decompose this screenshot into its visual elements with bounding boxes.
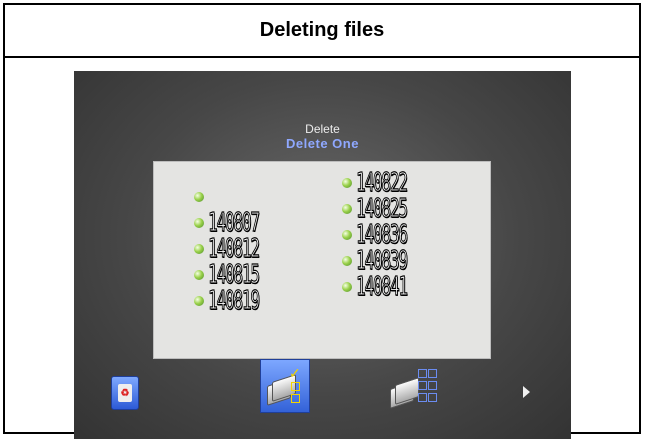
file-item[interactable] bbox=[194, 184, 290, 210]
menu-subtitle: Delete One bbox=[286, 136, 359, 151]
checkbox-icon bbox=[428, 369, 437, 378]
file-status-icon bbox=[342, 204, 352, 214]
file-status-icon bbox=[342, 282, 352, 292]
checkbox-icon bbox=[291, 382, 300, 391]
file-item[interactable]: 140841 bbox=[342, 272, 438, 302]
checkbox-icon bbox=[418, 381, 427, 390]
file-name: 140812 bbox=[208, 234, 261, 264]
next-arrow-icon[interactable] bbox=[523, 386, 530, 398]
file-status-icon bbox=[342, 230, 352, 240]
file-item[interactable]: 140839 bbox=[342, 246, 438, 276]
figure-frame: Deleting files Delete Delete One 140807 … bbox=[3, 3, 641, 439]
delete-one-icon[interactable]: ✓ bbox=[260, 359, 310, 413]
file-item[interactable]: 140836 bbox=[342, 220, 438, 250]
file-name: 140839 bbox=[356, 246, 409, 276]
file-item[interactable]: 140812 bbox=[194, 234, 290, 264]
file-column-left: 140807 140812 140815 140819 bbox=[194, 184, 290, 316]
file-status-icon bbox=[194, 270, 204, 280]
file-item[interactable]: 140819 bbox=[194, 286, 290, 316]
recycle-icon: ♻ bbox=[118, 384, 132, 402]
checkbox-icon bbox=[291, 394, 300, 403]
folder-icon bbox=[395, 377, 419, 405]
file-status-icon bbox=[194, 296, 204, 306]
checkbox-icon bbox=[428, 393, 437, 402]
figure-title: Deleting files bbox=[5, 5, 639, 58]
file-name: 140819 bbox=[208, 286, 261, 316]
checkbox-icon bbox=[418, 369, 427, 378]
file-column-right: 140822 140825 140836 140839 140841 bbox=[342, 168, 438, 302]
camera-screen: Delete Delete One 140807 140812 140815 1… bbox=[74, 71, 571, 439]
checkmark-icon: ✓ bbox=[289, 365, 301, 381]
file-name: 140822 bbox=[356, 168, 409, 198]
file-status-icon bbox=[194, 218, 204, 228]
file-item[interactable]: 140807 bbox=[194, 208, 290, 238]
file-name: 140815 bbox=[208, 260, 261, 290]
trash-icon[interactable]: ♻ bbox=[111, 376, 139, 410]
checkbox-icon bbox=[418, 393, 427, 402]
file-status-icon bbox=[194, 192, 204, 202]
file-name: 140807 bbox=[208, 208, 261, 238]
file-status-icon bbox=[342, 256, 352, 266]
file-item[interactable]: 140822 bbox=[342, 168, 438, 198]
file-status-icon bbox=[342, 178, 352, 188]
checkbox-icon bbox=[428, 381, 437, 390]
file-name: 140841 bbox=[356, 272, 409, 302]
file-name: 140836 bbox=[356, 220, 409, 250]
delete-selected-icon[interactable] bbox=[384, 363, 444, 409]
file-status-icon bbox=[194, 244, 204, 254]
file-name: 140825 bbox=[356, 194, 409, 224]
file-list-panel: 140807 140812 140815 140819 140822 14082… bbox=[153, 161, 491, 359]
file-item[interactable]: 140825 bbox=[342, 194, 438, 224]
file-item[interactable]: 140815 bbox=[194, 260, 290, 290]
menu-title: Delete bbox=[305, 122, 340, 136]
bottom-toolbar: ♻ ✓ bbox=[74, 359, 571, 439]
